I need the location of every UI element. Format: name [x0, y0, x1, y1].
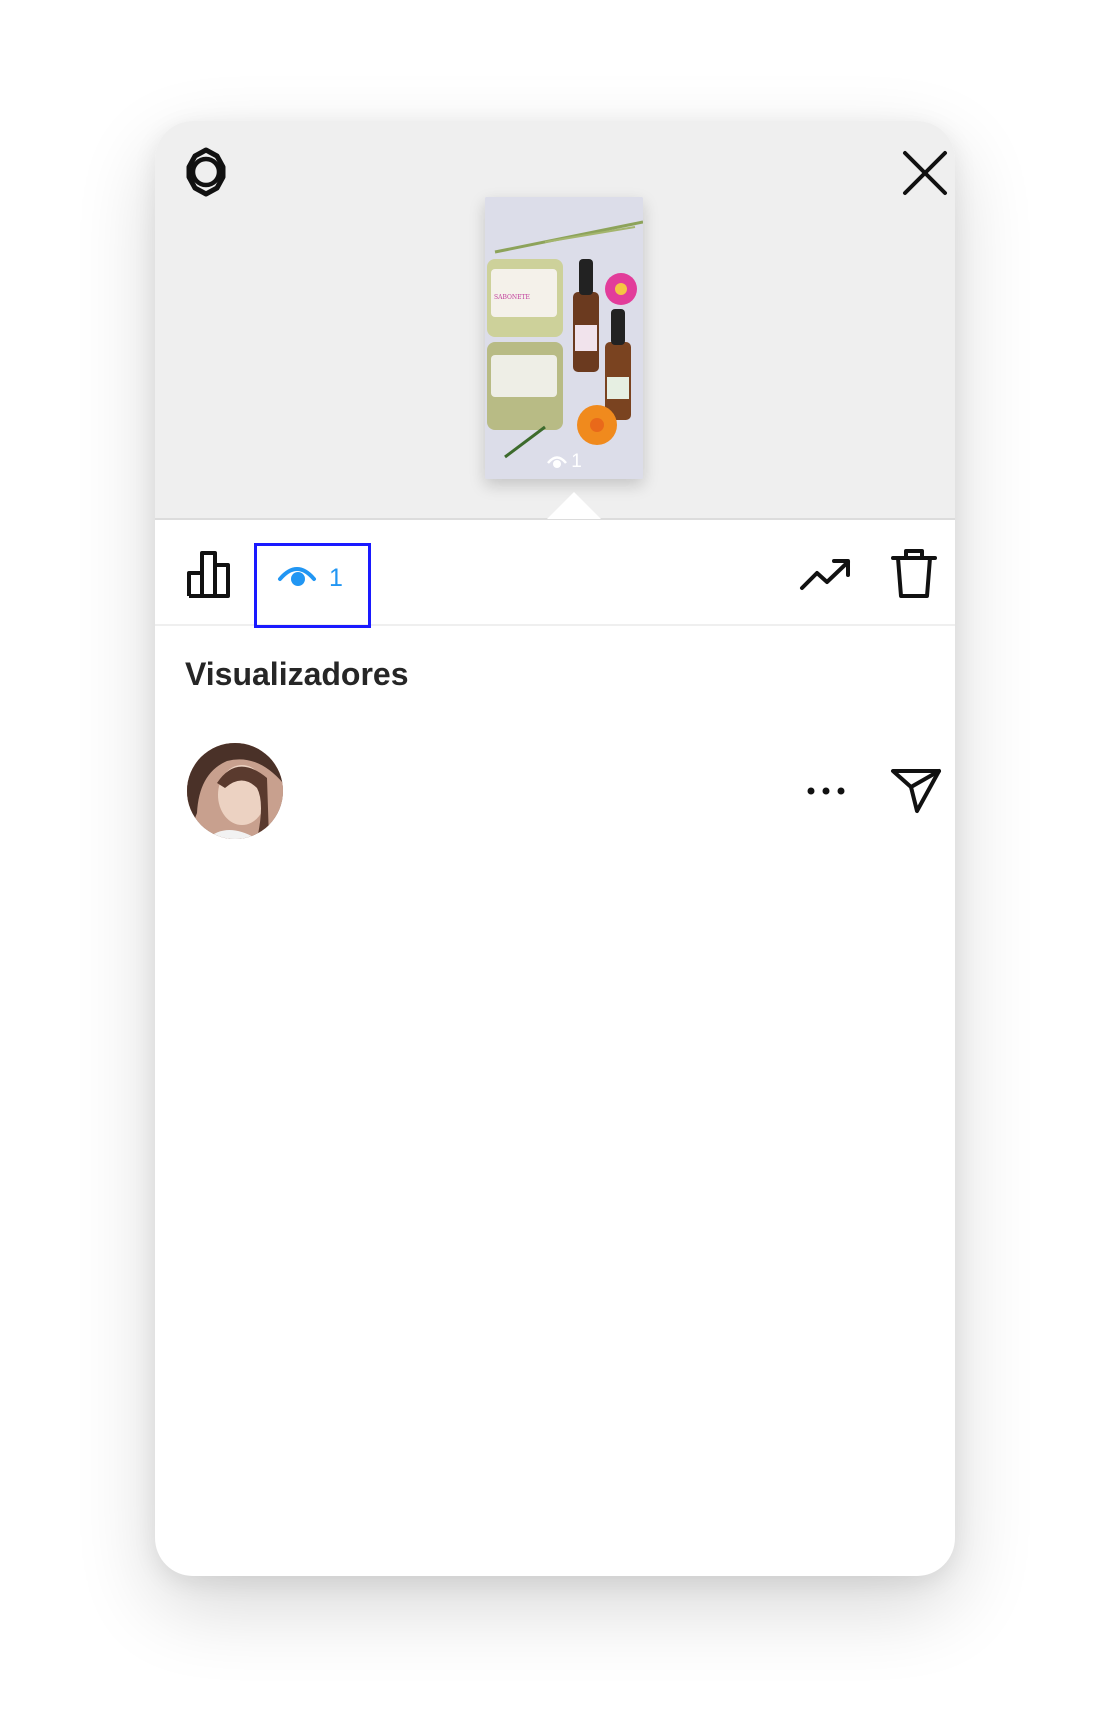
more-dots-icon: [807, 787, 845, 795]
viewer-more-options-button[interactable]: [796, 766, 856, 816]
story-thumbnail[interactable]: SABONETE 1: [485, 197, 643, 479]
settings-button[interactable]: [177, 143, 235, 201]
avatar-photo: [187, 743, 283, 839]
story-image: SABONETE: [485, 197, 643, 479]
eye-icon: [547, 456, 568, 468]
bar-chart-icon: [187, 551, 230, 598]
svg-text:SABONETE: SABONETE: [494, 294, 530, 301]
avatar[interactable]: [187, 743, 283, 839]
story-view-count-value: 1: [571, 451, 582, 472]
story-view-count: 1: [485, 451, 643, 473]
viewer-send-message-button[interactable]: [888, 763, 944, 819]
viewer-list-item[interactable]: [155, 738, 955, 842]
story-preview-area: SABONETE 1: [155, 121, 955, 520]
send-icon: [891, 769, 941, 813]
close-button[interactable]: [897, 145, 953, 201]
page: SABONETE 1 1 Visualizadores: [0, 0, 1110, 1720]
trash-icon: [891, 549, 937, 598]
viewers-tab[interactable]: 1: [254, 543, 371, 628]
delete-button[interactable]: [888, 544, 940, 602]
eye-icon: [278, 567, 316, 586]
promote-button[interactable]: [798, 547, 854, 603]
story-toolbar: 1: [155, 520, 955, 628]
viewers-count: 1: [329, 564, 343, 592]
close-icon: [903, 151, 947, 195]
gear-icon: [186, 147, 226, 197]
trending-up-icon: [800, 559, 850, 590]
thumbnail-pointer: [547, 492, 601, 519]
story-viewers-sheet: SABONETE 1 1 Visualizadores: [155, 121, 955, 1576]
insights-button[interactable]: [185, 546, 239, 600]
viewers-section-title: Visualizadores: [185, 656, 409, 692]
